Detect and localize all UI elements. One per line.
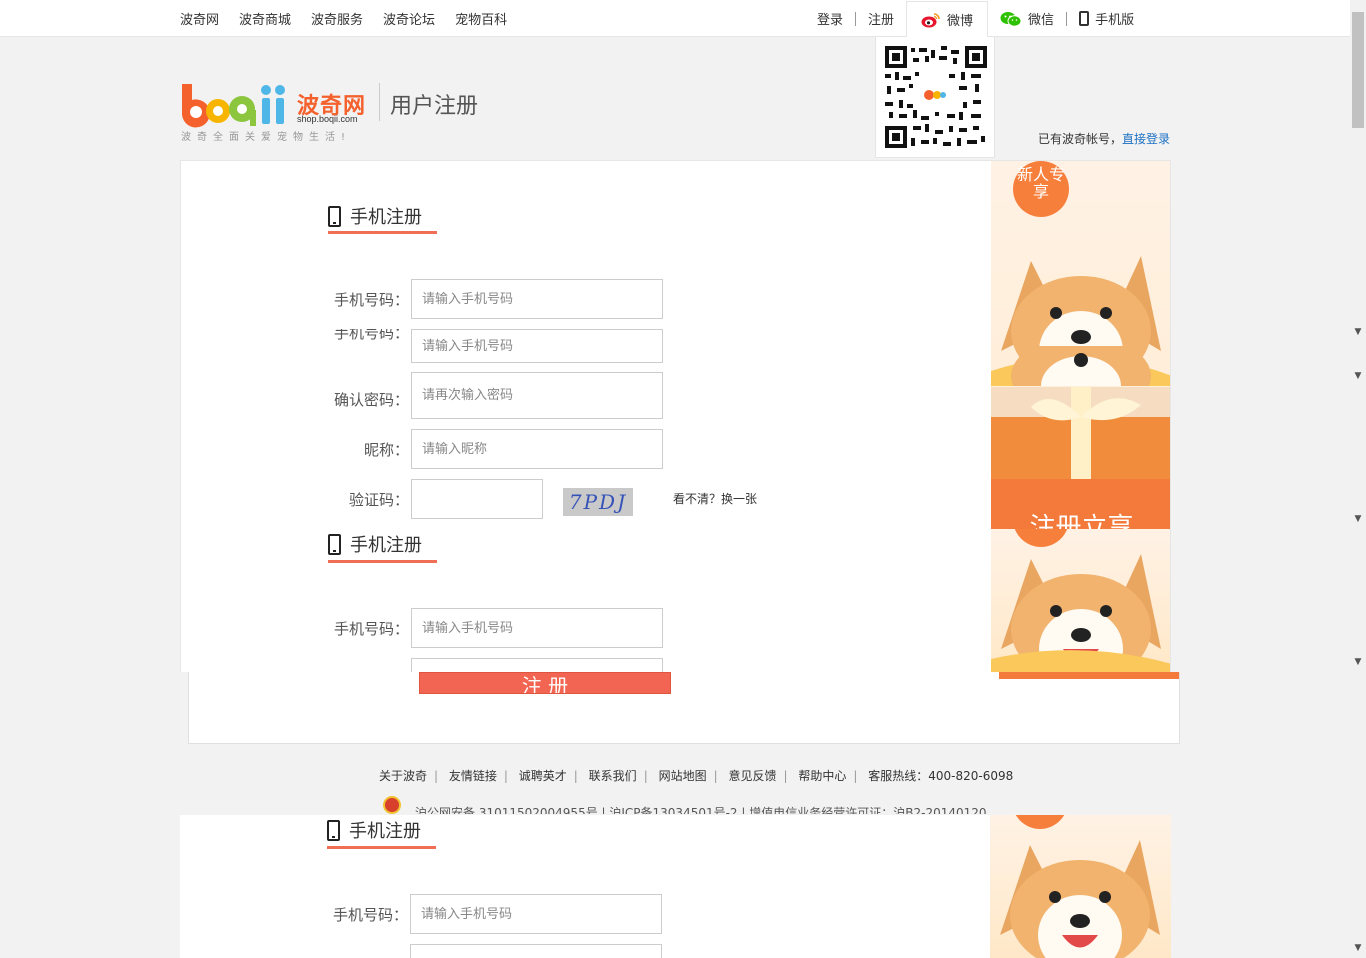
footer-link-help[interactable]: 帮助中心 [798, 769, 846, 783]
register-panel: 手机注册 手机号码： [180, 815, 1171, 958]
phone-input[interactable] [410, 894, 662, 934]
mobile-phone-icon [328, 533, 341, 555]
mobile-link[interactable]: 手机版 [1067, 1, 1146, 37]
user-links: 登录 注册 微博 微信 手机版 [805, 0, 1146, 38]
phone-label: 手机号码： [332, 906, 408, 924]
site-logo[interactable]: 波奇网 shop.boqii.com 波奇全面关爱宠物生活! [180, 80, 380, 144]
footer-link-contact[interactable]: 联系我们 [589, 769, 637, 783]
weibo-icon [921, 12, 940, 27]
register-panel-bottom [188, 672, 1180, 744]
footer-hotline: 客服热线：400-820-6098 [868, 769, 1014, 783]
boqii-logo-icon [181, 84, 285, 128]
logo-slogan: 波奇全面关爱宠物生活! [181, 132, 352, 143]
police-badge-icon [383, 796, 401, 814]
nav-link-boqii[interactable]: 波奇网 [180, 9, 219, 28]
mobile-label: 手机版 [1095, 13, 1135, 28]
promo-banner[interactable]: 新人专享 注册立享 [991, 161, 1170, 672]
wechat-icon [1000, 11, 1022, 27]
weibo-link[interactable]: 微博 [906, 0, 989, 38]
captcha-input[interactable] [411, 479, 543, 519]
nav-link-mall[interactable]: 波奇商城 [239, 9, 291, 28]
wechat-label: 微信 [1028, 13, 1055, 28]
tab-underline [328, 560, 437, 563]
page-title: 用户注册 [390, 94, 479, 119]
tab-label: 手机注册 [350, 207, 422, 228]
weibo-label: 微博 [947, 14, 974, 29]
refresh-captcha-link[interactable]: 看不清？换一张 [673, 490, 757, 507]
nav-link-forum[interactable]: 波奇论坛 [383, 9, 435, 28]
tab-label: 手机注册 [350, 535, 422, 556]
scroll-down-icon[interactable]: ▼ [1351, 327, 1365, 337]
qr-code-icon [885, 46, 987, 148]
footer-link-feedback[interactable]: 意见反馈 [728, 769, 776, 783]
nav-link-encyclopedia[interactable]: 宠物百科 [455, 9, 507, 28]
submit-label: 注 册 [521, 674, 569, 694]
corgi-dog-icon [1011, 346, 1151, 386]
confirm-password-label: 确认密码： [333, 391, 409, 409]
corgi-dog-icon [991, 491, 1170, 672]
register-panel: 手机注册 手机号码： 手机号码： 确认密码： 昵称： 验证码： 7PDJ 看不清… [180, 160, 1171, 672]
has-account-text: 已有波奇帐号， [1038, 132, 1123, 146]
scrollbar[interactable] [1350, 0, 1366, 958]
header-divider [379, 83, 380, 121]
scroll-down-icon[interactable]: ▼ [1351, 514, 1365, 524]
scroll-down-icon[interactable]: ▼ [1351, 943, 1365, 953]
nickname-input[interactable] [411, 429, 663, 469]
promo-band: 注册立享 [991, 479, 1170, 529]
wechat-link[interactable]: 微信 [988, 1, 1066, 37]
password-input[interactable] [410, 944, 662, 958]
footer-link-friends[interactable]: 友情链接 [449, 769, 497, 783]
login-link[interactable]: 登录 [805, 1, 855, 37]
register-link[interactable]: 注册 [856, 1, 906, 37]
password-input[interactable] [411, 658, 663, 672]
tab-mobile-register[interactable]: 手机注册 [328, 203, 422, 229]
footer-link-about[interactable]: 关于波奇 [379, 769, 427, 783]
phone-input[interactable] [411, 279, 663, 319]
clipped-row: 手机号码： [321, 329, 681, 363]
phone-label: 手机号码： [333, 291, 409, 309]
icp-text[interactable]: 沪公网安备 31011502004955号 | 沪ICP备13034501号-2… [415, 804, 987, 814]
promo-duplicate [991, 491, 1170, 672]
tab-label: 手机注册 [349, 821, 421, 842]
promo-band-text: 注册立享 [1029, 513, 1134, 529]
corgi-dog-icon [1000, 815, 1160, 958]
tab-underline [327, 846, 436, 849]
mobile-phone-icon [327, 819, 340, 841]
footer-icp: 沪公网安备 31011502004955号 | 沪ICP备13034501号-2… [383, 796, 987, 814]
captcha-label: 验证码： [348, 491, 409, 509]
scrollbar-thumb[interactable] [1352, 12, 1364, 128]
footer-link-jobs[interactable]: 诚聘英才 [519, 769, 567, 783]
gift-box-icon [991, 387, 1170, 479]
logo-url: shop.boqii.com [297, 114, 358, 124]
promo-bottom-strip [999, 672, 1179, 679]
direct-login-link[interactable]: 直接登录 [1122, 132, 1170, 146]
footer-links: 关于波奇 | 友情链接 | 诚聘英才 | 联系我们 | 网站地图 | 意见反馈 | 帮助中心… [379, 769, 1014, 783]
promo-banner[interactable] [990, 815, 1171, 958]
nav-link-service[interactable]: 波奇服务 [311, 9, 363, 28]
confirm-password-input[interactable] [411, 372, 663, 419]
tab-underline [328, 231, 437, 234]
tab-mobile-register[interactable]: 手机注册 [328, 531, 422, 557]
top-nav-bar: 波奇网 波奇商城 波奇服务 波奇论坛 宠物百科 登录 注册 微博 微信 手机版 [0, 0, 1350, 38]
weibo-qr-popup [875, 37, 995, 158]
scroll-down-icon[interactable]: ▼ [1351, 371, 1365, 381]
login-tip: 已有波奇帐号，直接登录 [1038, 130, 1170, 147]
mobile-phone-icon [1079, 11, 1090, 26]
mobile-phone-icon [328, 205, 341, 227]
phone-label: 手机号码： [333, 620, 409, 638]
phone-input[interactable] [411, 329, 663, 363]
footer-link-sitemap[interactable]: 网站地图 [659, 769, 707, 783]
phone-label: 手机号码： [333, 329, 409, 342]
tab-mobile-register[interactable]: 手机注册 [327, 817, 421, 843]
site-links: 波奇网 波奇商城 波奇服务 波奇论坛 宠物百科 [180, 0, 527, 36]
nickname-label: 昵称： [363, 441, 409, 459]
phone-input[interactable] [411, 608, 663, 648]
captcha-image[interactable]: 7PDJ [563, 488, 633, 516]
submit-register-button[interactable]: 注 册 [419, 672, 671, 694]
scroll-down-icon[interactable]: ▼ [1351, 657, 1365, 667]
